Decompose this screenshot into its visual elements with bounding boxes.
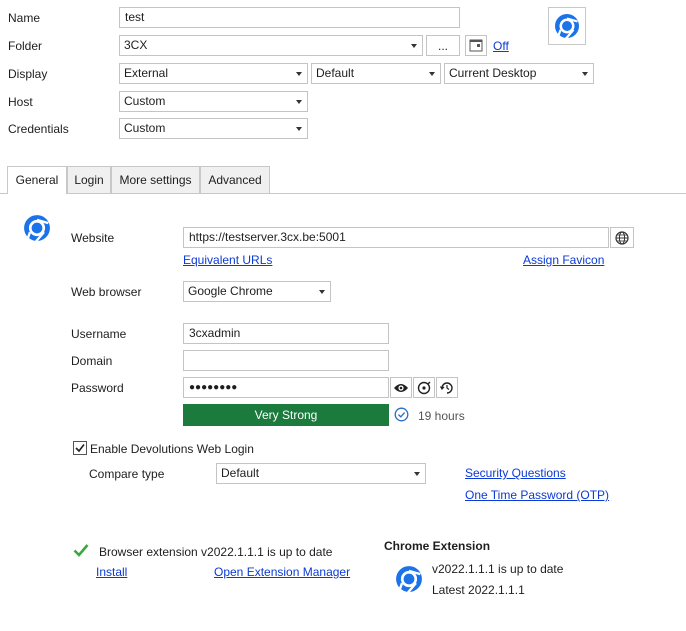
otp-link[interactable]: One Time Password (OTP) [465, 488, 609, 502]
compare-type-value: Default [221, 466, 260, 480]
chevron-down-icon [582, 72, 588, 76]
open-website-button[interactable] [610, 227, 634, 248]
chrome-icon [555, 14, 579, 39]
enable-web-login-checkbox[interactable] [73, 441, 87, 455]
folder-browse-label: ... [437, 38, 448, 53]
tab-divider [0, 193, 686, 194]
host-select[interactable]: Custom [119, 91, 308, 112]
password-strength-bar: Very Strong [183, 404, 389, 426]
credentials-select[interactable]: Custom [119, 118, 308, 139]
tab-login[interactable]: Login [67, 166, 111, 193]
domain-label: Domain [71, 354, 113, 368]
password-history-button[interactable] [436, 377, 458, 398]
chevron-down-icon [411, 44, 417, 48]
chevron-down-icon [429, 72, 435, 76]
chrome-extension-status: v2022.1.1.1 is up to date [432, 562, 564, 576]
username-input[interactable]: 3cxadmin [183, 323, 389, 344]
host-value: Custom [124, 94, 166, 108]
chevron-down-icon [296, 72, 302, 76]
web-browser-select[interactable]: Google Chrome [183, 281, 331, 302]
name-input[interactable]: test [119, 7, 460, 28]
assign-favicon-link[interactable]: Assign Favicon [523, 253, 604, 267]
tab-general[interactable]: General [7, 166, 67, 194]
password-input[interactable]: ●●●●●●●● [183, 377, 389, 398]
display-monitor-select[interactable]: Current Desktop [444, 63, 594, 84]
folder-toggle-link[interactable]: Off [493, 39, 509, 53]
folder-value: 3CX [124, 38, 148, 52]
name-label: Name [8, 11, 41, 25]
globe-icon [615, 230, 629, 245]
enable-web-login-label: Enable Devolutions Web Login [90, 442, 254, 456]
display-label: Display [8, 67, 48, 81]
password-history-icon [440, 381, 453, 394]
domain-input[interactable] [183, 350, 389, 371]
display-select[interactable]: External [119, 63, 308, 84]
credentials-label: Credentials [8, 122, 69, 136]
folder-browse-button[interactable]: ... [426, 35, 460, 56]
username-label: Username [71, 327, 127, 341]
clock-check-icon [394, 407, 409, 422]
website-label: Website [71, 231, 115, 245]
website-input[interactable]: https://testserver.3cx.be:5001 [183, 227, 609, 248]
eye-icon [394, 383, 408, 392]
display-mode-value: Default [316, 66, 355, 80]
folder-select[interactable]: 3CX [119, 35, 423, 56]
chrome-extension-latest: Latest 2022.1.1.1 [432, 583, 525, 597]
compare-type-label: Compare type [89, 467, 165, 481]
equivalent-urls-link[interactable]: Equivalent URLs [183, 253, 272, 267]
password-label: Password [71, 381, 124, 395]
extension-status-text: Browser extension v2022.1.1.1 is up to d… [99, 545, 333, 559]
entry-icon-button[interactable] [548, 7, 586, 45]
host-label: Host [8, 95, 33, 109]
password-generator-icon [417, 381, 431, 394]
crack-time-text: 19 hours [418, 409, 465, 423]
folder-label: Folder [8, 39, 43, 53]
web-browser-label: Web browser [71, 285, 142, 299]
chevron-down-icon [296, 127, 302, 131]
open-extension-manager-link[interactable]: Open Extension Manager [214, 565, 350, 579]
web-browser-value: Google Chrome [188, 284, 273, 298]
credentials-value: Custom [124, 121, 166, 135]
chevron-down-icon [414, 472, 420, 476]
generate-password-button[interactable] [413, 377, 435, 398]
chevron-down-icon [319, 290, 325, 294]
show-password-button[interactable] [390, 377, 412, 398]
tab-advanced[interactable]: Advanced [200, 166, 270, 193]
chrome-icon [396, 566, 422, 593]
display-monitor-value: Current Desktop [449, 66, 537, 80]
chrome-icon [24, 215, 50, 242]
tab-more-settings[interactable]: More settings [111, 166, 200, 193]
display-value: External [124, 66, 169, 80]
chevron-down-icon [296, 100, 302, 104]
checkmark-icon [73, 544, 89, 557]
folder-toggle-button[interactable] [465, 35, 487, 56]
checkmark-icon [75, 444, 85, 453]
install-link[interactable]: Install [96, 565, 127, 579]
chrome-extension-title: Chrome Extension [384, 539, 491, 553]
security-questions-link[interactable]: Security Questions [465, 466, 566, 480]
compare-type-select[interactable]: Default [216, 463, 426, 484]
display-mode-select[interactable]: Default [311, 63, 441, 84]
folder-window-icon [469, 39, 483, 52]
